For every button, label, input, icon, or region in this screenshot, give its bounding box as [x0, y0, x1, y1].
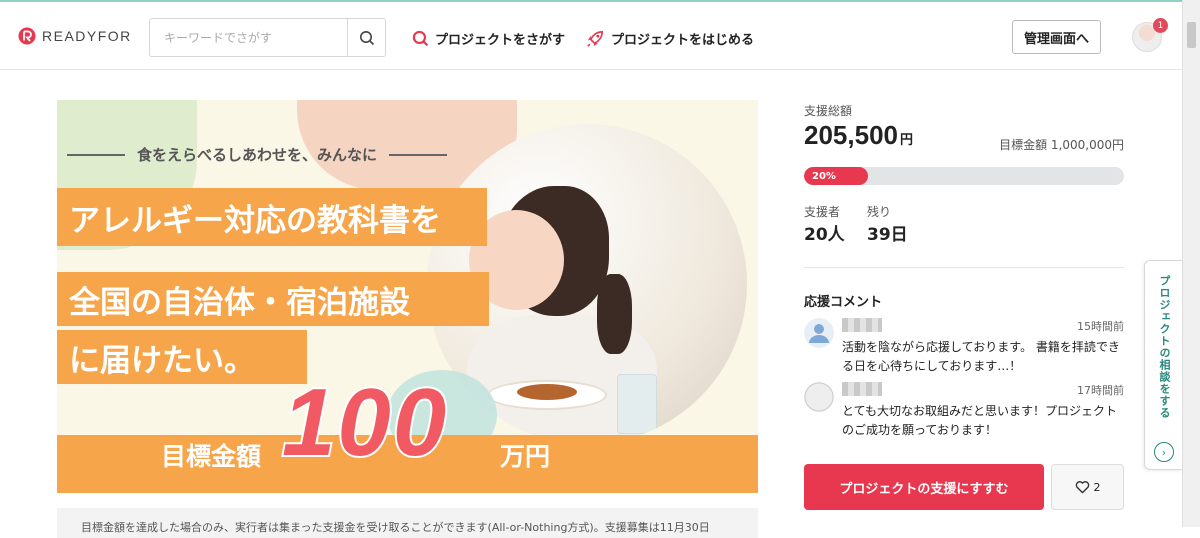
progress-label: 20% [812, 170, 836, 182]
notification-badge: 1 [1153, 18, 1168, 33]
hero-headline-1: アレルギー対応の教科書を [57, 188, 487, 246]
progress-fill: 20% [804, 167, 868, 185]
all-or-nothing-notice: 目標金額を達成した場合のみ、実行者は集まった支援金を受け取ることができます(Al… [57, 508, 758, 538]
supporters-label: 支援者 [804, 205, 841, 219]
currency-label: 円 [899, 132, 913, 147]
top-navigation-bar: READYFOR プロジェクトをさがす プロジェクトをはじめる 管理画面へ 1 [0, 0, 1200, 70]
comment-time: 17時間前 [1077, 384, 1124, 397]
chevron-right-icon: › [1154, 442, 1174, 462]
hero-headline-2: 全国の自治体・宿泊施設 [57, 272, 489, 326]
total-amount: 205,500 円 [804, 120, 913, 151]
logo-mark-icon [18, 27, 36, 45]
user-avatar-icon [804, 318, 834, 348]
consult-side-tab[interactable]: プロジェクトの相談をする › [1144, 260, 1182, 470]
funding-progress-bar: 20% [804, 167, 1124, 185]
search-button[interactable] [347, 19, 385, 56]
commenter-name-blurred [842, 382, 882, 396]
goal-prefix: 目標金額 [161, 442, 262, 471]
remaining-label: 残り [867, 205, 892, 219]
nav-start-label: プロジェクトをはじめる [611, 33, 755, 48]
search-icon [412, 30, 429, 47]
search-box [149, 18, 386, 57]
commenter-name-blurred [842, 318, 882, 332]
target-amount: 目標金額 1,000,000円 [999, 138, 1124, 152]
total-label: 支援総額 [804, 104, 853, 118]
comment-time: 15時間前 [1077, 320, 1124, 333]
user-menu[interactable]: 1 [1132, 18, 1168, 52]
comment-text: 活動を陰ながら応援しております。 書籍を拝読できる日を心待ちにしております…！ [842, 340, 1120, 373]
tagline-rule [67, 153, 125, 156]
comments-title: 応援コメント [804, 295, 883, 310]
goal-suffix: 万円 [500, 442, 551, 471]
goal-number: 100 [280, 367, 449, 478]
project-hero-image: 食をえらべるしあわせを、みんなに アレルギー対応の教科書を 全国の自治体・宿泊施… [57, 100, 758, 493]
search-input[interactable] [150, 19, 347, 56]
heart-icon [1075, 481, 1089, 494]
support-project-button[interactable]: プロジェクトの支援にすすむ [804, 464, 1044, 510]
hero-tagline: 食をえらべるしあわせを、みんなに [67, 144, 448, 165]
nav-find-label: プロジェクトをさがす [435, 33, 566, 48]
comment-text: とても大切なお取組みだと思います！プロジェクトのご成功を願っております！ [842, 404, 1118, 437]
tagline-rule [389, 153, 448, 156]
scrollbar-thumb[interactable] [1187, 22, 1196, 48]
like-count: 2 [1093, 480, 1101, 494]
photo-shape [617, 374, 657, 434]
total-amount-value: 205,500 [804, 120, 898, 150]
hero-headline-3: に届けたい。 [57, 330, 307, 384]
logo-text: READYFOR [42, 28, 132, 44]
consult-tab-label: プロジェクトの相談をする [1158, 275, 1171, 419]
readyfor-logo[interactable]: READYFOR [18, 27, 132, 45]
comment-item: 17時間前 とても大切なお取組みだと思います！プロジェクトのご成功を願っておりま… [804, 382, 1124, 442]
photo-shape [517, 384, 577, 400]
admin-dashboard-button[interactable]: 管理画面へ [1012, 20, 1101, 54]
supporters-value: 20人 [804, 225, 845, 245]
rocket-icon [587, 30, 604, 47]
scrollbar[interactable] [1182, 0, 1200, 527]
comment-item: 15時間前 活動を陰ながら応援しております。 書籍を拝読できる日を心待ちにしてお… [804, 318, 1124, 378]
remaining-value: 39日 [867, 225, 908, 245]
like-button[interactable]: 2 [1051, 464, 1124, 510]
nav-start-project[interactable]: プロジェクトをはじめる [586, 29, 754, 48]
user-avatar-icon [804, 382, 834, 412]
divider [804, 267, 1124, 268]
search-icon [359, 30, 374, 45]
tagline-text: 食をえらべるしあわせを、みんなに [137, 146, 378, 164]
nav-find-projects[interactable]: プロジェクトをさがす [412, 29, 565, 48]
